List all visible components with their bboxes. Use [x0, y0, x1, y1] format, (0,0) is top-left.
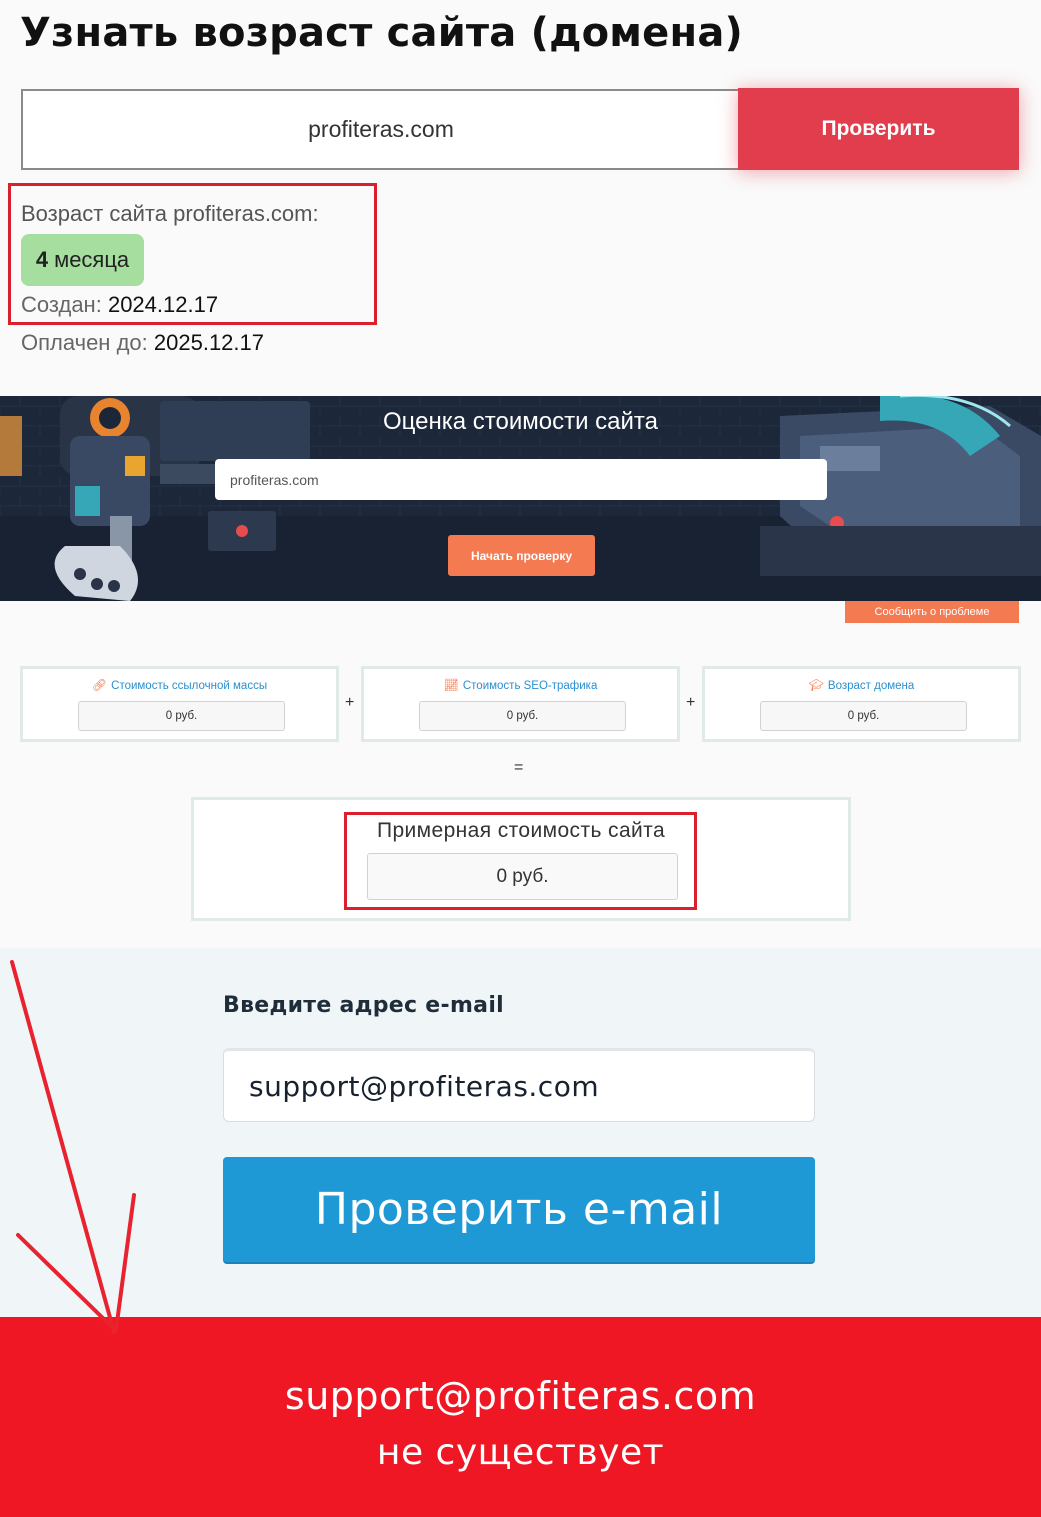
result-status: не существует: [376, 1432, 665, 1473]
email-check-section: Введите адрес e-mail support@profiteras.…: [0, 948, 1041, 1317]
check-email-button[interactable]: Проверить e-mail: [223, 1157, 815, 1262]
domain-age-section: Узнать возраст сайта (домена) profiteras…: [0, 0, 1041, 396]
report-problem-button[interactable]: Сообщить о проблеме: [845, 601, 1019, 623]
page-title: Узнать возраст сайта (домена): [20, 10, 744, 56]
card-value-link-mass: 0 руб.: [78, 701, 285, 731]
graduation-cap-icon: 🎓︎: [808, 678, 824, 692]
email-input[interactable]: support@profiteras.com: [223, 1048, 815, 1122]
card-link-mass: 🔗︎ Стоимость ссылочной массы 0 руб.: [20, 666, 339, 742]
card-value-seo-traffic: 0 руб.: [419, 701, 626, 731]
paid-until-line: Оплачен до: 2025.12.17: [21, 330, 264, 356]
start-check-button[interactable]: Начать проверку: [448, 535, 595, 576]
check-domain-button[interactable]: Проверить: [738, 88, 1019, 170]
card-label-link-mass: 🔗︎ Стоимость ссылочной массы: [23, 678, 336, 692]
equals-sign: =: [514, 759, 524, 776]
result-email: support@profiteras.com: [284, 1374, 757, 1418]
chart-icon: 📈︎: [443, 678, 459, 692]
site-value-input[interactable]: profiteras.com: [215, 459, 827, 500]
link-icon: 🔗︎: [91, 678, 108, 692]
card-label-seo-traffic: 📈︎ Стоимость SEO-трафика: [364, 678, 677, 692]
email-result-banner: support@profiteras.com не существует: [0, 1317, 1041, 1517]
card-label-text: Возраст домена: [827, 680, 915, 692]
plus-sign: +: [345, 694, 355, 711]
plus-sign: +: [686, 694, 696, 711]
card-value-domain-age: 0 руб.: [760, 701, 967, 731]
site-value-banner: Оценка стоимости сайта profiteras.com На…: [0, 396, 1041, 601]
card-domain-age: 🎓︎ Возраст домена 0 руб.: [702, 666, 1021, 742]
paid-label: Оплачен до:: [21, 330, 148, 355]
banner-title: Оценка стоимости сайта: [382, 408, 658, 435]
highlight-frame-age: [8, 183, 377, 325]
highlight-frame-total: [344, 812, 697, 910]
domain-input[interactable]: profiteras.com: [21, 89, 741, 170]
card-seo-traffic: 📈︎ Стоимость SEO-трафика 0 руб.: [361, 666, 680, 742]
card-label-text: Стоимость SEO-трафика: [462, 680, 598, 692]
paid-value: 2025.12.17: [153, 330, 264, 355]
card-label-text: Стоимость ссылочной массы: [111, 680, 268, 692]
card-label-domain-age: 🎓︎ Возраст домена: [705, 678, 1018, 692]
email-label: Введите адрес e-mail: [223, 993, 505, 1018]
